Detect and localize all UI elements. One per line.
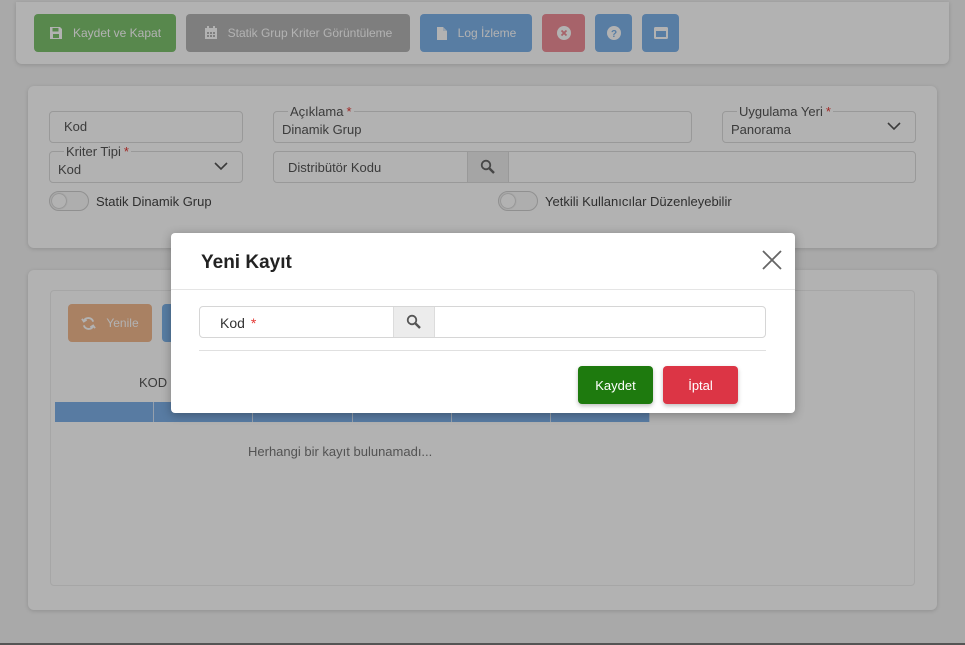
code-search-button[interactable] bbox=[393, 307, 435, 337]
code-lookup-field[interactable]: Kod * bbox=[199, 306, 766, 338]
save-button[interactable]: Kaydet bbox=[578, 366, 653, 404]
new-record-dialog: Yeni Kayıt Kod * Kaydet İptal bbox=[171, 233, 795, 413]
dialog-footer-divider bbox=[199, 350, 766, 351]
close-icon[interactable] bbox=[761, 249, 783, 271]
code-field-label: Kod * bbox=[220, 315, 257, 331]
dialog-divider bbox=[171, 289, 795, 290]
search-icon bbox=[406, 314, 421, 329]
cancel-button[interactable]: İptal bbox=[663, 366, 738, 404]
dialog-title: Yeni Kayıt bbox=[201, 252, 292, 273]
